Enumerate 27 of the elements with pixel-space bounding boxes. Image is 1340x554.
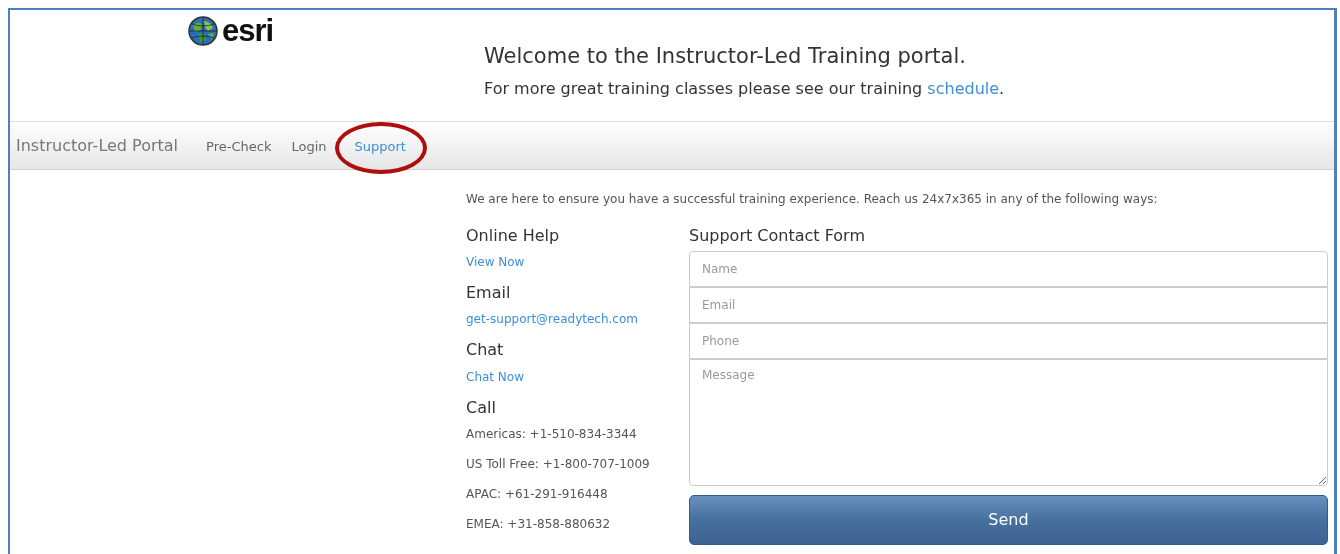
phone-number: EMEA: +31-858-880632 [466,516,611,531]
nav-link[interactable]: Login [281,132,337,160]
welcome-subtitle: For more great training classes please see our training schedule. [484,78,1005,101]
message-field[interactable]: Message [689,359,1328,487]
input-field[interactable]: Phone [689,323,1328,360]
phone-number: Americas: +1-510-834-3344 [466,426,637,441]
navbar-brand-text[interactable]: Instructor-Led Portal [16,133,179,158]
nav-link[interactable]: Pre-Check [196,132,282,160]
contact-link[interactable]: Chat Now [466,369,524,384]
contact-link[interactable]: get-support@readytech.com [466,312,638,327]
phone-number: US Toll Free: +1-800-707-1009 [466,456,650,471]
input-field[interactable]: Email [689,287,1328,324]
section-heading: Chat [466,340,505,360]
welcome-heading: Welcome to the Instructor-Led Training portal. [484,44,967,70]
input-field[interactable]: Name [689,251,1328,288]
form-heading: Support Contact Form [689,226,866,246]
send-button[interactable]: Send [689,495,1328,546]
nav-link[interactable]: Support [344,132,416,160]
section-heading: Call [466,397,497,417]
schedule-link[interactable]: schedule [927,79,1000,99]
phone-number: APAC: +61-291-916448 [466,486,608,501]
contact-link[interactable]: View Now [466,255,525,270]
section-heading: Email [466,283,512,303]
globe-icon [188,16,218,46]
section-heading: Online Help [466,226,561,246]
intro-text: We are here to ensure you have a successful training experience. Reach us 24x7x365 in any of the following ways: [466,191,1159,208]
logo-text: esri [222,16,274,46]
